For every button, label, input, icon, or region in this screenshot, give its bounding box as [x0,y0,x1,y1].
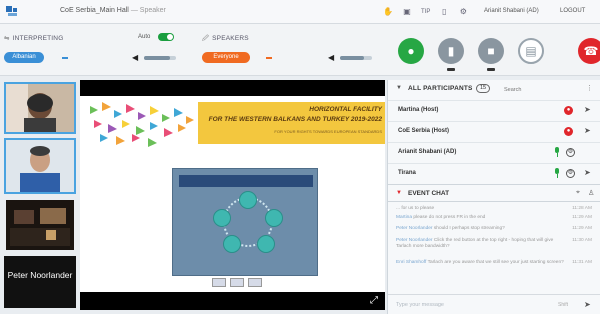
diagram-node [223,235,241,253]
microphone-icon: ▮ [447,44,455,58]
interpreting-label: ⇋ INTERPRETING [4,35,64,42]
participant-name-tile[interactable]: Peter Noorlander [4,256,76,308]
interpreting-volume-slider[interactable] [144,56,176,60]
mic-icon: ● [407,44,415,58]
pin-icon[interactable]: ⌖ [576,189,580,197]
fullscreen-icon[interactable]: ⤢ [369,296,379,306]
speakers-select[interactable]: Everyone [202,52,250,63]
settings-circle-icon[interactable]: ⚙ [566,169,575,178]
main-stage: HORIZONTAL FACILITY FOR THE WESTERN BALK… [80,80,385,310]
mic-active-icon[interactable] [554,168,560,178]
video-feed-3 [6,200,74,250]
phone-hangup-icon: ☎ [583,44,599,58]
collapse-chevron-icon[interactable]: ▼ [396,190,402,196]
chat-message: Peter Noorlander Click the red button at… [396,238,592,249]
auto-toggle[interactable] [158,33,174,41]
participant-count-badge: 15 [476,84,490,93]
coe-logo [230,278,244,287]
leave-button[interactable]: ☎ [578,38,600,64]
mic-muted-icon[interactable]: ● [564,127,573,136]
mic-mute-button[interactable]: ▮ [438,38,464,64]
app-logo [6,6,24,18]
speakers-volume-slider[interactable] [340,56,372,60]
shift-hint: Shift [558,302,569,308]
participant-row[interactable]: Arianit Shabani (AD) ⚙ [388,142,600,162]
tips-label[interactable]: TIP [421,7,430,17]
participant-row[interactable]: Tirana ⚙ ➤ [388,163,600,183]
send-arrow-icon[interactable]: ➤ [584,168,591,177]
video-feed-2 [6,140,74,192]
participant-row[interactable]: CoE Serbia (Host) ● ➤ [388,121,600,141]
diagram-node [265,209,283,227]
slide-subtitle: FOR YOUR RIGHTS TOWARDS EUROPEAN STANDAR… [274,129,382,134]
diagram-header-bar [179,175,313,187]
chat-message: Martina please do not press FR in the en… [396,215,592,220]
participant-row[interactable]: Martina (Host) ● ➤ [388,100,600,120]
auto-label: Auto [138,34,151,40]
collapse-chevron-icon[interactable]: ▼ [396,85,402,91]
chat-message-input[interactable] [396,300,546,310]
hand-icon[interactable]: ✋ [383,7,393,17]
mic-options[interactable] [447,68,455,71]
chat-message: Enri Shamhoff Tarlach are you aware that… [396,260,592,265]
mic-active-icon[interactable] [554,147,560,157]
speakers-volume-icon[interactable]: ◀ [328,54,335,62]
user-icon[interactable]: ♙ [588,189,594,197]
eu-logo [212,278,226,287]
share-icon: ▤ [525,44,537,58]
video-tile-2[interactable] [4,138,76,194]
send-arrow-icon[interactable]: ➤ [584,105,591,114]
share-button[interactable]: ▤ [518,38,544,64]
speakers-icon: 🖉 [202,35,210,42]
interp-dash [62,57,68,59]
username: Arianit Shabani (AD) [484,8,539,14]
speakers-dash [266,57,272,59]
participant-search-input[interactable] [504,85,584,94]
mic-button[interactable]: ● [398,38,424,64]
interpreting-icon: ⇋ [4,35,10,42]
gear-icon[interactable]: ⚙ [458,7,468,17]
settings-circle-icon[interactable]: ⚙ [566,148,575,157]
participants-header[interactable]: ▼ ALL PARTICIPANTS 15 ⋮ [388,80,600,98]
top-bar: CoE Serbia_Main Hall — Speaker ✋ ▣ TIP ▯… [0,0,600,24]
chat-input-row: Shift ➤ [388,294,600,314]
side-panel: ▼ ALL PARTICIPANTS 15 ⋮ Martina (Host) ●… [387,80,600,314]
camera-icon: ■ [487,44,495,58]
copy-icon[interactable]: ▯ [439,7,449,17]
chat-message: Peter Noorlander should I perhaps stop s… [396,226,592,231]
diagram-node [239,191,257,209]
chat-message: ... for us to please 11:28 AM [396,206,592,211]
speakers-label: 🖉 SPEAKERS [202,35,249,42]
slide-logos [212,278,262,287]
speaker-volume-icon[interactable]: ◀ [132,54,139,62]
mic-muted-icon[interactable]: ● [564,106,573,115]
slide-title-line-1: HORIZONTAL FACILITY [309,106,382,113]
video-feed-1 [6,84,74,132]
send-arrow-icon[interactable]: ➤ [584,126,591,135]
slide-title-line-2: FOR THE WESTERN BALKANS AND TURKEY 2019-… [208,116,382,123]
video-tile-1[interactable] [4,82,76,134]
diagram-node [213,209,231,227]
send-icon[interactable]: ➤ [584,300,591,309]
interpreting-language-select[interactable]: Albanian [4,52,44,63]
layout-icon[interactable]: ▣ [402,7,412,17]
partner-logo [248,278,262,287]
logout-button[interactable]: LOGOUT [560,8,585,14]
event-title: CoE Serbia_Main Hall — Speaker [60,7,166,14]
video-tile-3[interactable] [4,198,76,252]
slide-diagram [172,168,318,276]
more-icon[interactable]: ⋮ [586,84,593,92]
event-chat-header[interactable]: ▼ EVENT CHAT ⌖ ♙ [388,184,600,202]
camera-options[interactable] [487,68,495,71]
toolbar-icons: ✋ ▣ TIP ▯ ⚙ [383,5,468,19]
diagram-node [257,235,275,253]
camera-button[interactable]: ■ [478,38,504,64]
shared-slide: HORIZONTAL FACILITY FOR THE WESTERN BALK… [80,96,385,292]
audio-controls: ⇋ INTERPRETING Auto Albanian ◀ 🖉 SPEAKERS … [0,24,600,76]
